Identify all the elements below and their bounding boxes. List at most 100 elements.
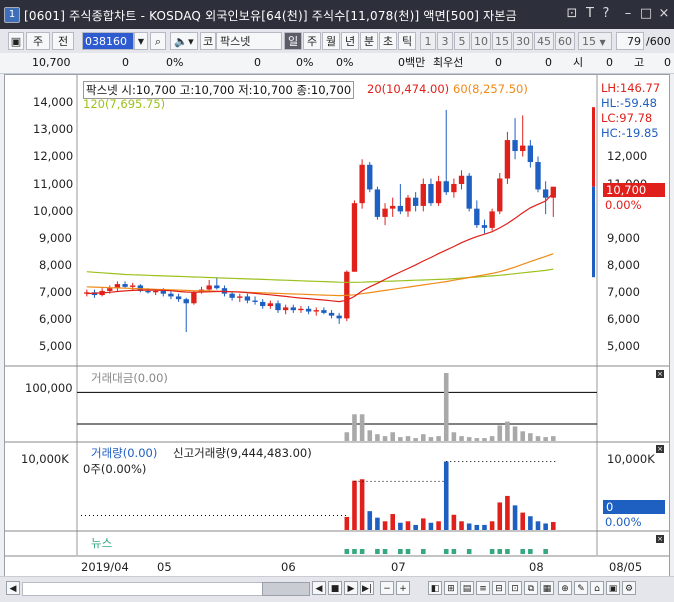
zoom-out-icon[interactable]: −: [380, 581, 394, 595]
scroll-left-icon[interactable]: ◀: [6, 581, 20, 595]
info-high-label: 고: [634, 56, 645, 69]
quote-info-bar: 10,700 0 0% 0 0% 0 0% 0 0백만 최우선 0 0 시 0 …: [0, 53, 674, 74]
play-back-icon[interactable]: ◀: [312, 581, 326, 595]
news-bar: [543, 549, 548, 554]
tool-icon-11[interactable]: ⌂: [590, 581, 604, 595]
info-best-val-2: 0: [545, 56, 552, 69]
volume-panel-close-icon[interactable]: ×: [656, 445, 664, 453]
candle-body: [252, 300, 258, 302]
volume-current-pct: 0.00%: [605, 515, 642, 529]
ry-tick-6000: 6,000: [607, 312, 640, 326]
info-open-label: 시: [573, 56, 584, 69]
period-year[interactable]: 년: [341, 32, 359, 50]
play-icon[interactable]: ▶: [344, 581, 358, 595]
interval-select[interactable]: 15 ▼: [578, 32, 612, 50]
volume-bar: [436, 521, 441, 530]
scroll-end-icon[interactable]: ▶|: [360, 581, 374, 595]
tool-icon-1[interactable]: ◧: [428, 581, 442, 595]
stop-icon[interactable]: ■: [328, 581, 342, 595]
volume-bar: [459, 521, 464, 530]
scroll-thumb[interactable]: [262, 582, 310, 596]
tool-icon-3[interactable]: ▤: [460, 581, 474, 595]
chart-canvas[interactable]: [5, 75, 669, 579]
period-tick[interactable]: 틱: [398, 32, 416, 50]
candle-body: [214, 285, 220, 289]
y-tick-11000: 11,000: [33, 177, 74, 191]
amount-bar: [520, 431, 525, 441]
period-day[interactable]: 일: [284, 32, 302, 50]
volume-bar: [489, 521, 495, 530]
count-total: /600: [646, 35, 671, 48]
volume-bar: [344, 516, 350, 530]
info-change: 0: [122, 56, 129, 69]
mode-button[interactable]: 전: [52, 32, 74, 50]
interval-10[interactable]: 10: [471, 32, 491, 50]
new-high-volume-legend: 신고거래량(9,444,483.00): [173, 446, 312, 460]
current-price-pct: 0.00%: [605, 198, 642, 212]
candle-body: [336, 315, 342, 319]
interval-5[interactable]: 5: [454, 32, 470, 50]
period-minute[interactable]: 분: [360, 32, 378, 50]
help-icon[interactable]: ?: [598, 5, 614, 23]
amount-panel-close-icon[interactable]: ×: [656, 370, 664, 378]
tool-icon-7[interactable]: ⧉: [524, 581, 538, 595]
news-bar: [443, 549, 449, 554]
hl-value: HL:-59.48: [601, 96, 658, 110]
news-bar: [505, 549, 510, 554]
screen-icon[interactable]: ⊡: [564, 5, 580, 23]
minimize-icon[interactable]: –: [620, 5, 636, 23]
zoom-in-icon[interactable]: +: [396, 581, 410, 595]
scroll-track[interactable]: [22, 582, 264, 596]
maximize-icon[interactable]: □: [638, 5, 654, 23]
candle-body: [305, 308, 312, 312]
tool-icon-8[interactable]: ▦: [540, 581, 554, 595]
amount-bar: [543, 437, 548, 441]
tool-icon-13[interactable]: ⚙: [622, 581, 636, 595]
interval-30[interactable]: 30: [513, 32, 533, 50]
period-second[interactable]: 초: [379, 32, 397, 50]
amount-bar: [352, 414, 357, 441]
news-panel-close-icon[interactable]: ×: [656, 535, 664, 543]
close-icon[interactable]: ×: [656, 5, 672, 23]
news-bar: [375, 549, 380, 554]
chevron-down-icon[interactable]: ▼: [134, 32, 148, 50]
amount-tick: 100,000: [25, 381, 73, 395]
stock-code-input[interactable]: 038160: [82, 32, 134, 50]
interval-3[interactable]: 3: [437, 32, 453, 50]
amount-bar: [551, 436, 556, 441]
window-title: [0601] 주식종합차트 - KOSDAQ 외국인보유[64(천)] 주식수[…: [24, 9, 517, 23]
market-select[interactable]: 주: [26, 32, 50, 50]
candle-body: [420, 183, 426, 206]
volume-sub: 0주(0.00%): [83, 462, 147, 476]
tool-icon-4[interactable]: ≡: [476, 581, 490, 595]
amount-bar: [375, 434, 380, 441]
speaker-icon[interactable]: 🔈▾: [170, 32, 198, 50]
t-icon[interactable]: T: [582, 5, 598, 23]
period-month[interactable]: 월: [322, 32, 340, 50]
candle-body: [260, 301, 266, 307]
layout-icon[interactable]: ▣: [8, 32, 24, 50]
count-input[interactable]: 79: [616, 32, 644, 50]
volume-tick-right: 10,000K: [607, 452, 655, 466]
interval-45[interactable]: 45: [534, 32, 554, 50]
tool-icon-5[interactable]: ⊟: [492, 581, 506, 595]
search-icon[interactable]: ⌕: [150, 32, 166, 50]
interval-1[interactable]: 1: [420, 32, 436, 50]
stock-name-field[interactable]: 팍스넷: [216, 32, 282, 50]
tool-icon-2[interactable]: ⊞: [444, 581, 458, 595]
candle-body: [397, 205, 404, 212]
volume-bar: [443, 461, 449, 530]
period-week[interactable]: 주: [303, 32, 321, 50]
chart-area[interactable]: 팍스넷 시:10,700 고:10,700 저:10,700 종:10,700 …: [4, 74, 670, 580]
tool-icon-10[interactable]: ✎: [574, 581, 588, 595]
interval-60[interactable]: 60: [555, 32, 575, 50]
candle-body: [512, 140, 518, 152]
candle-body: [382, 208, 388, 217]
tool-icon-12[interactable]: ▣: [606, 581, 620, 595]
info-price: 10,700: [32, 56, 71, 69]
interval-15[interactable]: 15: [492, 32, 512, 50]
tool-icon-9[interactable]: ⊕: [558, 581, 572, 595]
amount-legend: 거래대금(0.00): [91, 371, 168, 385]
tool-icon-6[interactable]: ⊡: [508, 581, 522, 595]
info-best-val: 0: [495, 56, 502, 69]
